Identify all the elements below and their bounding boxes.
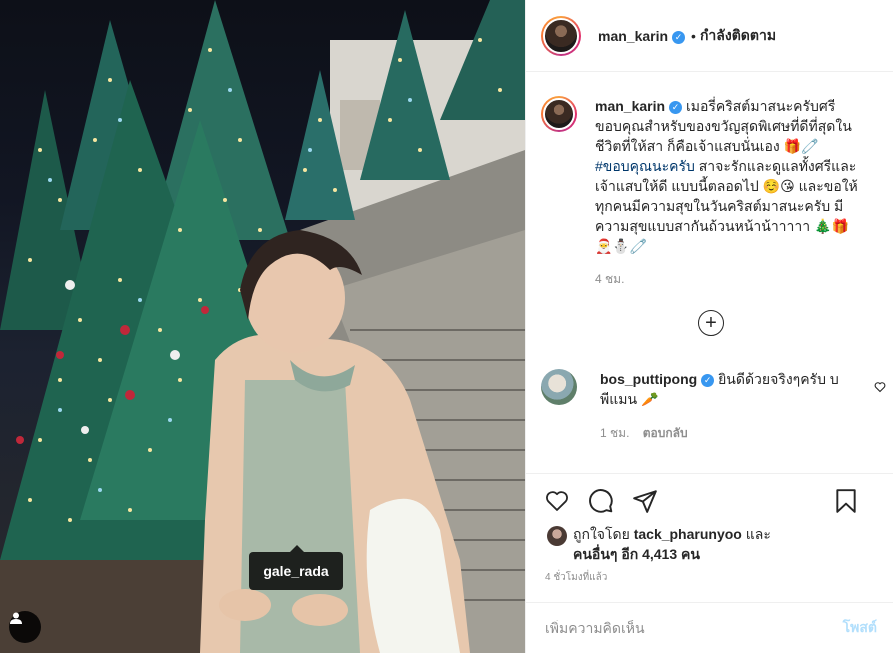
comment-time: 1 ชม. bbox=[600, 426, 630, 440]
post-timestamp[interactable]: 4 ชั่วโมงที่แล้ว bbox=[526, 570, 893, 585]
paper-plane-icon[interactable] bbox=[632, 488, 658, 514]
post-sidebar: man_karin ✓ • กำลังติดตาม man_karin ✓ เมอร… bbox=[525, 0, 893, 653]
likes-connector: และ bbox=[741, 526, 771, 542]
plus-circle-icon: + bbox=[705, 312, 717, 334]
verified-badge-icon: ✓ bbox=[669, 100, 683, 114]
add-comment-bar: โพสต์ bbox=[526, 602, 893, 653]
caption-avatar[interactable] bbox=[541, 96, 577, 132]
liker-avatar[interactable] bbox=[547, 526, 567, 546]
separator: • bbox=[691, 27, 696, 44]
post-header: man_karin ✓ • กำลังติดตาม bbox=[526, 0, 893, 72]
people-tag[interactable]: gale_rada bbox=[249, 545, 343, 590]
hashtag-link[interactable]: #ขอบคุณนะครับ bbox=[595, 158, 695, 174]
following-button[interactable]: กำลังติดตาม bbox=[700, 25, 776, 47]
comment-avatar[interactable] bbox=[541, 369, 577, 405]
reply-button[interactable]: ตอบกลับ bbox=[643, 426, 688, 440]
comment-username[interactable]: bos_puttipong bbox=[600, 371, 697, 387]
comment-icon[interactable] bbox=[588, 488, 614, 514]
bookmark-icon[interactable] bbox=[833, 488, 859, 514]
post-photo[interactable]: gale_rada bbox=[0, 0, 525, 653]
user-tags-button[interactable] bbox=[9, 611, 41, 643]
caption-username[interactable]: man_karin bbox=[595, 98, 665, 114]
likes-prefix: ถูกใจโดย bbox=[573, 526, 634, 542]
post-comment-button[interactable]: โพสต์ bbox=[843, 617, 877, 639]
liker-username[interactable]: tack_pharunyoo bbox=[634, 526, 742, 542]
heart-icon[interactable] bbox=[544, 488, 570, 514]
post-actions: ถูกใจโดย tack_pharunyoo และ คนอื่นๆ อีก … bbox=[526, 473, 893, 585]
header-username[interactable]: man_karin ✓ bbox=[598, 28, 686, 44]
caption-time: 4 ชม. bbox=[595, 272, 625, 286]
header-username-text[interactable]: man_karin bbox=[598, 28, 668, 44]
people-tag-label: gale_rada bbox=[263, 563, 329, 579]
post-caption: man_karin ✓ เมอรี่คริสต์มาสนะครับศรี ขอบค… bbox=[526, 73, 893, 289]
avatar[interactable] bbox=[541, 15, 581, 56]
verified-badge-icon: ✓ bbox=[701, 373, 715, 387]
verified-badge-icon: ✓ bbox=[672, 30, 686, 44]
likes-summary: ถูกใจโดย tack_pharunyoo และ คนอื่นๆ อีก … bbox=[526, 524, 893, 564]
comment-item: bos_puttipong ✓ ยินดีด้วยจริงๆครับ บพีแมน… bbox=[541, 369, 886, 443]
comments-area[interactable]: man_karin ✓ เมอรี่คริสต์มาสนะครับศรี ขอบค… bbox=[526, 73, 893, 473]
load-more-comments-button[interactable]: + bbox=[698, 310, 724, 336]
others-likes-link[interactable]: คนอื่นๆ อีก 4,413 คน bbox=[573, 546, 700, 562]
comment-input[interactable] bbox=[545, 620, 843, 636]
comment-like-heart-icon[interactable] bbox=[874, 380, 886, 398]
